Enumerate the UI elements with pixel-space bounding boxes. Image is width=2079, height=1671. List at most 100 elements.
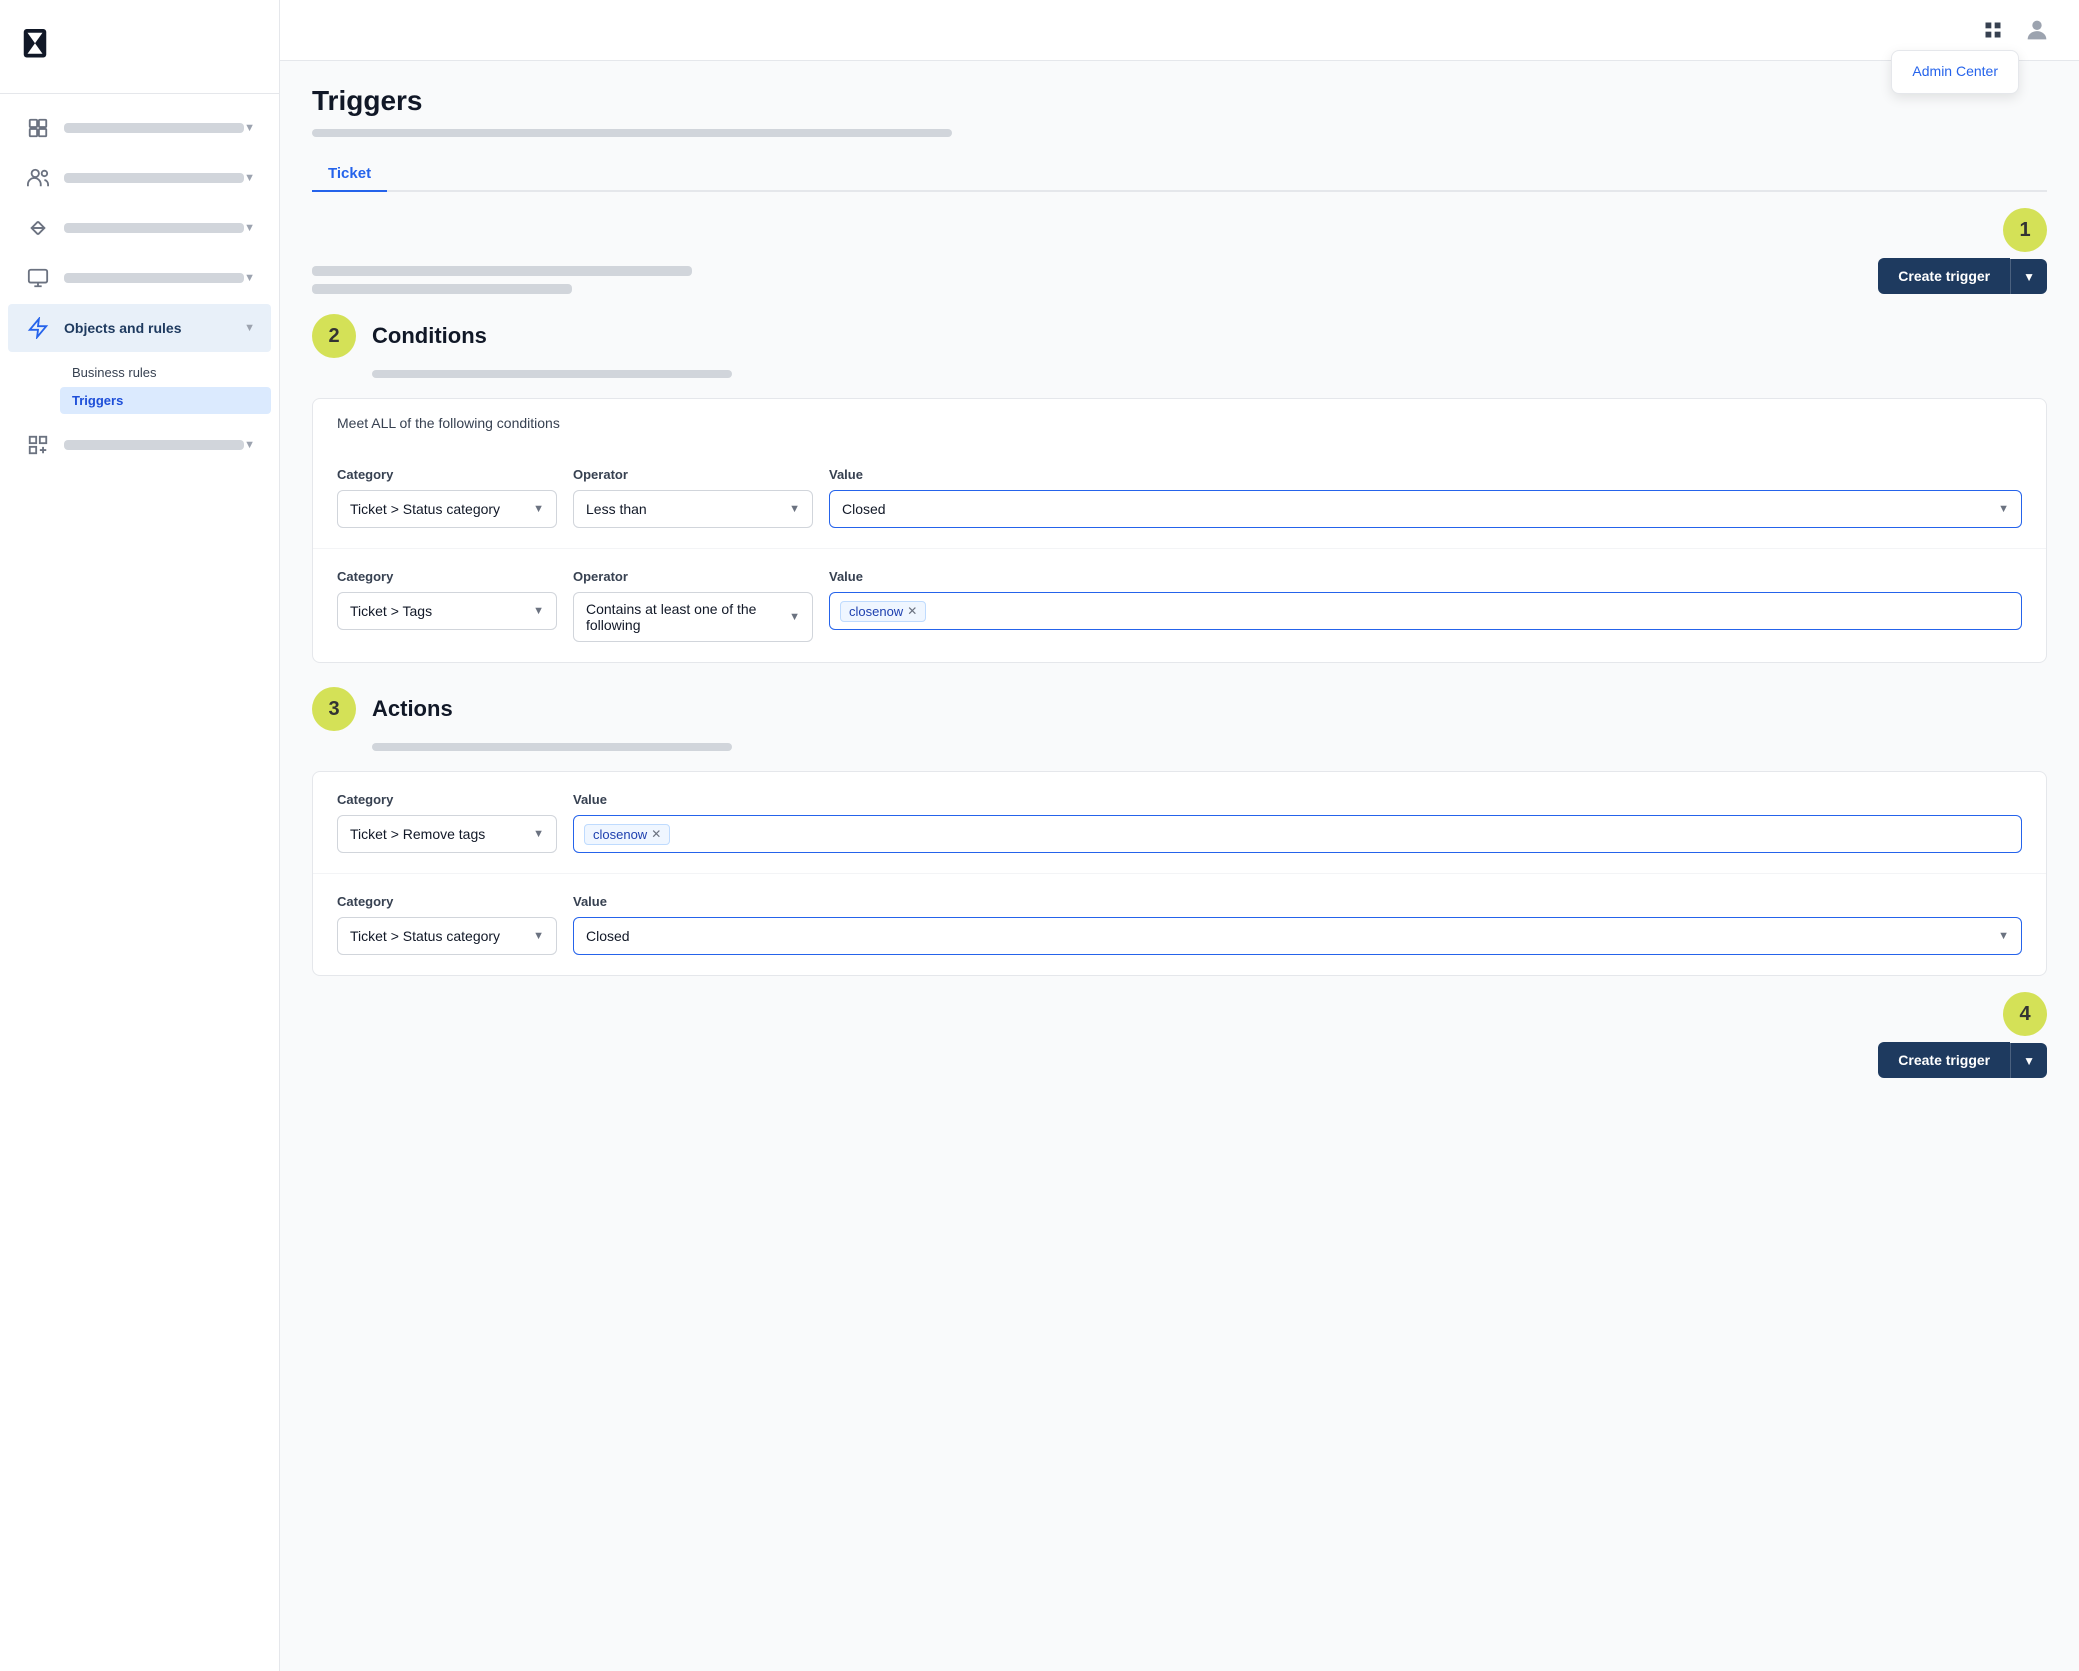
condition-2-tag-close[interactable]: ✕ (907, 604, 917, 618)
sidebar-item-objects-rules[interactable]: Objects and rules ▼ (8, 304, 271, 352)
step-3-badge: 3 (312, 687, 356, 731)
grid-icon[interactable] (1975, 12, 2011, 48)
nav-placeholder (64, 273, 244, 283)
condition-1-value-select[interactable]: Closed ▼ (829, 490, 2022, 528)
chevron-down-icon: ▼ (1998, 930, 2009, 942)
monitor-icon (24, 264, 52, 292)
condition-1-category-select[interactable]: Ticket > Status category ▼ (337, 490, 557, 528)
create-trigger-button-top[interactable]: Create trigger (1878, 258, 2010, 294)
chevron-down-icon: ▼ (2023, 270, 2035, 284)
action-row-2: Category Ticket > Status category ▼ Valu… (313, 874, 2046, 975)
avatar[interactable] (2019, 12, 2055, 48)
create-trigger-button-bottom[interactable]: Create trigger (1878, 1042, 2010, 1078)
main-content: Admin Center Triggers Ticket 1 Create tr… (280, 0, 2079, 1671)
action-1-tag-input[interactable]: closenow ✕ (573, 815, 2022, 853)
routing-icon (24, 214, 52, 242)
action-1-value-group: Value closenow ✕ (573, 792, 2022, 853)
condition-1-operator-select[interactable]: Less than ▼ (573, 490, 813, 528)
nav-placeholder (64, 173, 244, 183)
top-header: Admin Center (280, 0, 2079, 61)
condition-1-operator-group: Operator Less than ▼ (573, 467, 813, 528)
condition-2-category-select[interactable]: Ticket > Tags ▼ (337, 592, 557, 630)
create-trigger-dropdown-bottom[interactable]: ▼ (2010, 1043, 2047, 1078)
sidebar-item-monitor[interactable]: ▼ (8, 254, 271, 302)
condition-2-operator-value: Contains at least one of the following (586, 601, 789, 633)
nav-label-group-monitor: ▼ (64, 272, 255, 284)
tab-ticket[interactable]: Ticket (312, 157, 387, 192)
conditions-title: Conditions (372, 323, 487, 349)
action-2-fields: Category Ticket > Status category ▼ Valu… (337, 894, 2022, 955)
home-icon (24, 114, 52, 142)
chevron-down-icon: ▼ (244, 122, 255, 134)
sidebar-item-routing[interactable]: ▼ (8, 204, 271, 252)
nav-label-group-routing: ▼ (64, 222, 255, 234)
chevron-down-icon: ▼ (533, 503, 544, 515)
actions-title: Actions (372, 696, 453, 722)
chevron-down-icon: ▼ (244, 439, 255, 451)
sidebar-sub-menu: Business rules Triggers (0, 354, 279, 419)
action-2-value-value: Closed (586, 928, 630, 944)
page-content: Triggers Ticket 1 Create trigger ▼ (280, 61, 2079, 1671)
sidebar: ▼ ▼ ▼ (0, 0, 280, 1671)
meet-all-label: Meet ALL of the following conditions (337, 415, 2022, 431)
admin-center-link[interactable]: Admin Center (1912, 63, 1998, 79)
sidebar-nav: ▼ ▼ ▼ (0, 94, 279, 1671)
logo (0, 0, 279, 94)
condition-row-1: Category Ticket > Status category ▼ Oper… (313, 447, 2046, 549)
chevron-down-icon: ▼ (244, 322, 255, 334)
condition-2-category-group: Category Ticket > Tags ▼ (337, 569, 557, 630)
action-2-category-select[interactable]: Ticket > Status category ▼ (337, 917, 557, 955)
action-row-1: Category Ticket > Remove tags ▼ Value cl… (313, 772, 2046, 874)
page-title: Triggers (312, 85, 2047, 117)
actions-desc-bar (372, 743, 732, 751)
conditions-block: Meet ALL of the following conditions Cat… (312, 398, 2047, 663)
conditions-section: 2 Conditions Meet ALL of the following c… (312, 314, 2047, 663)
condition-row-2: Category Ticket > Tags ▼ Operator Contai… (313, 549, 2046, 662)
condition-2-tag: closenow ✕ (840, 601, 926, 622)
chevron-down-icon: ▼ (244, 172, 255, 184)
condition-2-operator-label: Operator (573, 569, 813, 584)
nav-placeholder (64, 123, 244, 133)
sidebar-item-apps[interactable]: ▼ (8, 421, 271, 469)
apps-icon (24, 431, 52, 459)
nav-label-group-people: ▼ (64, 172, 255, 184)
header-placeholder-1 (312, 266, 692, 276)
chevron-down-icon: ▼ (2023, 1054, 2035, 1068)
action-2-category-group: Category Ticket > Status category ▼ (337, 894, 557, 955)
condition-2-value-group: Value closenow ✕ (829, 569, 2022, 630)
action-1-category-select[interactable]: Ticket > Remove tags ▼ (337, 815, 557, 853)
people-icon (24, 164, 52, 192)
action-1-value-label: Value (573, 792, 2022, 807)
sidebar-item-people[interactable]: ▼ (8, 154, 271, 202)
sidebar-item-home[interactable]: ▼ (8, 104, 271, 152)
sidebar-item-triggers[interactable]: Triggers (60, 387, 271, 414)
condition-2-value-label: Value (829, 569, 2022, 584)
condition-2-tag-input[interactable]: closenow ✕ (829, 592, 2022, 630)
nav-label-group-apps: ▼ (64, 439, 255, 451)
chevron-down-icon: ▼ (244, 272, 255, 284)
nav-label-group-home: ▼ (64, 122, 255, 134)
actions-section: 3 Actions Category Ticket > Remove tags … (312, 687, 2047, 1086)
condition-1-value-group: Value Closed ▼ (829, 467, 2022, 528)
condition-2-operator-select[interactable]: Contains at least one of the following ▼ (573, 592, 813, 642)
action-1-fields: Category Ticket > Remove tags ▼ Value cl… (337, 792, 2022, 853)
step-1-badge: 1 (2003, 208, 2047, 252)
conditions-header: 2 Conditions (312, 314, 2047, 358)
condition-2-tag-text: closenow (849, 604, 903, 619)
chevron-down-icon: ▼ (789, 611, 800, 623)
chevron-down-icon: ▼ (244, 222, 255, 234)
action-1-tag-text: closenow (593, 827, 647, 842)
title-bar-placeholder (312, 129, 952, 137)
action-2-value-select[interactable]: Closed ▼ (573, 917, 2022, 955)
condition-1-fields: Category Ticket > Status category ▼ Oper… (337, 467, 2022, 528)
condition-2-category-value: Ticket > Tags (350, 603, 432, 619)
action-1-category-group: Category Ticket > Remove tags ▼ (337, 792, 557, 853)
create-trigger-dropdown-top[interactable]: ▼ (2010, 259, 2047, 294)
chevron-down-icon: ▼ (533, 605, 544, 617)
action-2-category-value: Ticket > Status category (350, 928, 500, 944)
nav-placeholder (64, 440, 244, 450)
sidebar-item-business-rules[interactable]: Business rules (60, 359, 271, 386)
action-1-tag-close[interactable]: ✕ (651, 827, 661, 841)
condition-2-operator-group: Operator Contains at least one of the fo… (573, 569, 813, 642)
step-4-badge: 4 (2003, 992, 2047, 1036)
